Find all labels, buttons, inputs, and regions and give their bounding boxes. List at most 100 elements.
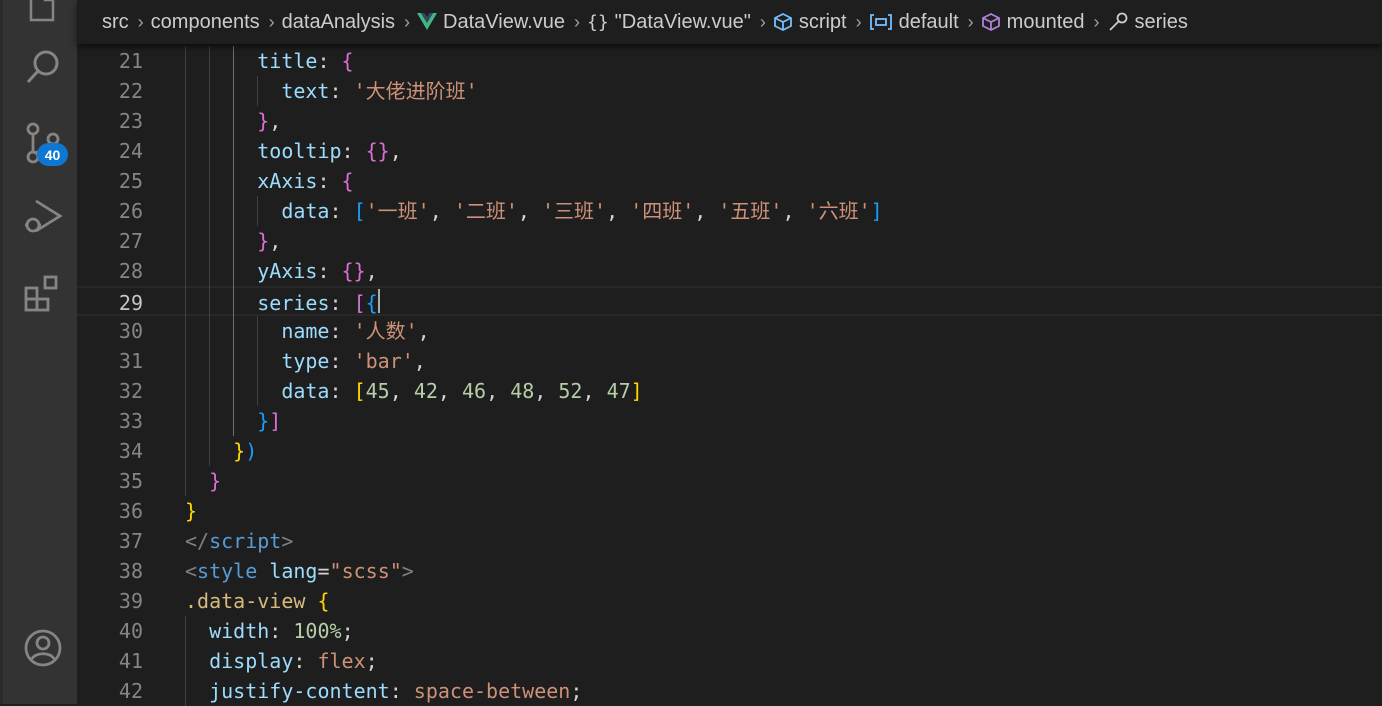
code-line-22[interactable]: 22 text: '大佬进阶班' <box>77 76 1382 106</box>
code-line-29[interactable]: 29 series: [{ <box>77 286 1382 316</box>
extensions-icon[interactable] <box>17 268 69 320</box>
method-icon <box>981 12 1001 32</box>
code-line-41[interactable]: 41 display: flex; <box>77 646 1382 676</box>
indent-guide <box>257 316 259 346</box>
indent-guide <box>209 346 211 376</box>
breadcrumb-item-dataanalysis[interactable]: dataAnalysis <box>282 11 395 34</box>
line-number: 38 <box>118 559 143 583</box>
code-line-35[interactable]: 35} <box>77 466 1382 496</box>
code-line-24[interactable]: 24 tooltip: {}, <box>77 136 1382 166</box>
code-token: ; <box>365 649 378 673</box>
code-line-37[interactable]: 37 </script> <box>77 526 1382 556</box>
line-number: 29 <box>118 291 143 315</box>
indent-guide <box>209 256 211 286</box>
line-number: 33 <box>118 409 143 433</box>
code-line-21[interactable]: 21 title: { <box>77 46 1382 76</box>
code-token: lang <box>269 559 318 583</box>
breadcrumb-label: "DataView.vue" <box>614 10 751 33</box>
indent-guide <box>233 346 235 376</box>
code-text: name: '人数', <box>281 316 429 346</box>
code-token: : <box>329 199 354 223</box>
breadcrumb-item-dataviewvue[interactable]: {} "DataView.vue" <box>587 11 751 34</box>
code-line-32[interactable]: 32 data: [45, 42, 46, 48, 52, 47] <box>77 376 1382 406</box>
code-line-36[interactable]: 36} <box>77 496 1382 526</box>
chevron-right-icon: › <box>967 11 974 32</box>
breadcrumb-item-series[interactable]: series <box>1107 11 1188 34</box>
code-line-34[interactable]: 34}) <box>77 436 1382 466</box>
code-token: { <box>341 49 354 73</box>
code-line-27[interactable]: 27}, <box>77 226 1382 256</box>
indent-guide <box>233 106 235 136</box>
run-debug-icon[interactable] <box>17 190 69 242</box>
code-token: ; <box>570 679 583 703</box>
code-token: '六班' <box>806 199 871 223</box>
code-line-26[interactable]: 26 data: ['一班', '二班', '三班', '四班', '五班', '… <box>77 196 1382 226</box>
code-token: 46 <box>462 379 487 403</box>
code-token: yAxis <box>257 259 318 283</box>
code-text: data: [45, 42, 46, 48, 52, 47] <box>281 376 642 406</box>
indent-guide <box>233 166 235 196</box>
breadcrumb-item-src[interactable]: src <box>102 11 129 34</box>
source-control-badge: 40 <box>37 143 68 166</box>
account-icon[interactable] <box>17 622 69 674</box>
code-token: , <box>534 379 559 403</box>
indent-guide <box>257 376 259 406</box>
breadcrumb-label: default <box>898 10 959 33</box>
code-text: text: '大佬进阶班' <box>281 76 477 106</box>
code-line-28[interactable]: 28 yAxis: {}, <box>77 256 1382 286</box>
code-line-42[interactable]: 42 justify-content: space-between; <box>77 676 1382 706</box>
code-token: ; <box>341 619 354 643</box>
indent-guide <box>233 76 235 106</box>
indent-guide <box>233 256 235 286</box>
explorer-icon[interactable] <box>17 0 69 32</box>
code-line-33[interactable]: 33}] <box>77 406 1382 436</box>
code-text: justify-content: space-between; <box>209 676 582 706</box>
breadcrumb-item-default[interactable]: default <box>869 11 959 34</box>
code-line-39[interactable]: 39 .data-view { <box>77 586 1382 616</box>
wrench-icon <box>1107 11 1129 33</box>
breadcrumb-item-components[interactable]: components <box>151 11 260 34</box>
indent-guide <box>257 346 259 376</box>
indent-guide <box>185 316 186 346</box>
code-token: } <box>257 229 270 253</box>
indent-guide <box>233 196 235 226</box>
code-token: < <box>185 559 198 583</box>
braces-icon: {} <box>586 11 609 33</box>
indent-guide <box>185 406 186 436</box>
code-token: > <box>401 559 414 583</box>
code-token: justify-content <box>209 679 390 703</box>
indent-guide <box>185 466 186 496</box>
chevron-right-icon: › <box>1093 11 1100 32</box>
code-token: : <box>317 169 342 193</box>
code-line-30[interactable]: 30 name: '人数', <box>77 316 1382 346</box>
code-line-23[interactable]: 23}, <box>77 106 1382 136</box>
indent-guide <box>185 616 186 646</box>
code-token: } <box>257 409 270 433</box>
code-token: 45 <box>365 379 390 403</box>
code-editor[interactable]: 21 title: {22 text: '大佬进阶班' 23}, 24 tooltip: … <box>77 46 1382 706</box>
code-token: } <box>257 109 270 133</box>
code-text: title: { <box>257 46 353 76</box>
breadcrumb-item-mounted[interactable]: mounted <box>981 11 1085 34</box>
code-token: : <box>329 291 354 315</box>
indent-guide <box>209 376 211 406</box>
indent-guide <box>257 196 259 226</box>
breadcrumb-item-dataviewvue[interactable]: DataView.vue <box>417 11 565 34</box>
code-line-40[interactable]: 40 width: 100%; <box>77 616 1382 646</box>
activity-bar: 40 <box>0 0 77 704</box>
code-line-31[interactable]: 31 type: 'bar', <box>77 346 1382 376</box>
code-token: '人数' <box>353 319 418 343</box>
code-token: , <box>389 379 414 403</box>
search-icon[interactable] <box>17 41 69 93</box>
breadcrumb-label: script <box>798 10 847 33</box>
indent-guide <box>185 166 186 196</box>
line-number: 31 <box>118 349 143 373</box>
code-token: , <box>606 199 631 223</box>
code-token: style <box>197 559 258 583</box>
code-line-38[interactable]: 38 <style lang="scss"> <box>77 556 1382 586</box>
code-token: = <box>317 559 330 583</box>
line-number: 28 <box>118 259 143 283</box>
breadcrumb-item-script[interactable]: script <box>773 11 847 34</box>
code-line-25[interactable]: 25 xAxis: { <box>77 166 1382 196</box>
code-text: .data-view { <box>185 586 330 616</box>
